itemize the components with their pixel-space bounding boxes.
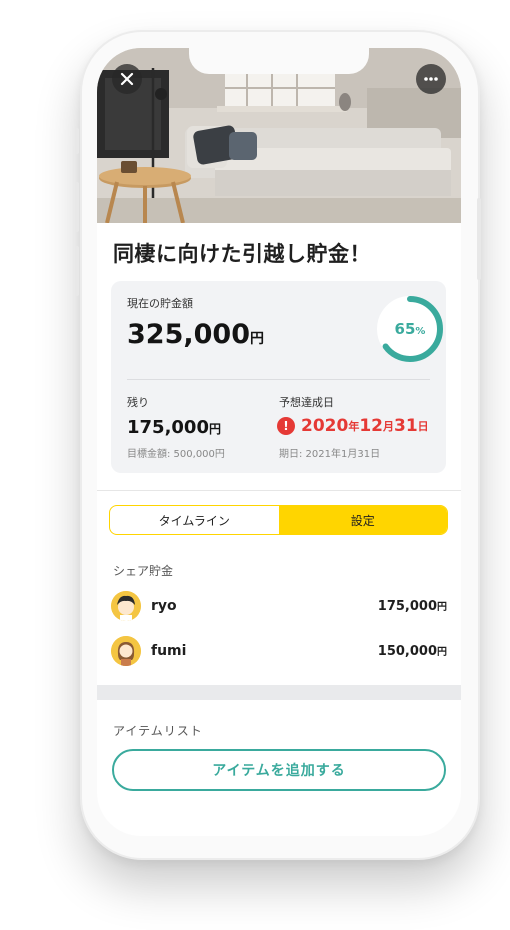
- avatar: [111, 636, 141, 666]
- silent-switch: [75, 128, 79, 154]
- remaining-unit: 円: [208, 422, 221, 436]
- forecast-year: 2020: [301, 416, 349, 436]
- forecast-day: 31: [394, 416, 418, 436]
- deadline-date: 期日: 2021年1月31日: [279, 449, 381, 460]
- add-item-button[interactable]: アイテムを追加する: [112, 749, 446, 791]
- tab-timeline[interactable]: タイムライン: [110, 506, 279, 534]
- member-amount: 150,000円: [378, 643, 447, 659]
- current-savings-label: 現在の貯金額: [127, 297, 193, 310]
- progress-unit: %: [415, 325, 426, 337]
- notch: [189, 48, 369, 74]
- member-name: fumi: [151, 643, 187, 659]
- more-icon: [424, 77, 438, 81]
- current-savings-unit: 円: [249, 331, 264, 347]
- avatar: [111, 591, 141, 621]
- remaining-label: 残り: [127, 396, 149, 409]
- member-row[interactable]: ryo 175,000円: [111, 589, 447, 623]
- goal-cover-image: [97, 48, 461, 223]
- member-row[interactable]: fumi 150,000円: [111, 634, 447, 668]
- power-button: [477, 198, 481, 280]
- warning-icon: !: [277, 417, 295, 435]
- progress-value: 65: [394, 320, 416, 338]
- close-button[interactable]: [112, 64, 142, 94]
- forecast-month-unit: 月: [383, 420, 394, 433]
- member-amount-unit: 円: [437, 602, 447, 613]
- remaining-amount: 175,000円: [127, 417, 221, 438]
- goal-title: 同棲に向けた引越し貯金！: [113, 242, 371, 266]
- forecast-year-unit: 年: [348, 420, 360, 433]
- target-amount: 目標金額: 500,000円: [127, 449, 225, 460]
- app-screen: 同棲に向けた引越し貯金！ 現在の貯金額 325,000円 65% 残り 175,…: [97, 48, 461, 836]
- section-separator: [97, 685, 461, 700]
- current-savings-value: 325,000: [127, 319, 250, 350]
- forecast-month: 12: [359, 416, 383, 436]
- tab-settings[interactable]: 設定: [278, 506, 447, 534]
- tab-bar: タイムライン 設定: [109, 505, 448, 535]
- member-amount: 175,000円: [378, 598, 447, 614]
- member-amount-value: 150,000: [377, 644, 437, 659]
- more-button[interactable]: [416, 64, 446, 94]
- item-list-label: アイテムリスト: [113, 724, 203, 738]
- volume-down-button: [75, 246, 79, 296]
- remaining-value: 175,000: [127, 417, 209, 438]
- member-amount-value: 175,000: [377, 599, 437, 614]
- forecast-date: ! 2020 年 12 月 31 日: [277, 416, 429, 436]
- current-savings-amount: 325,000円: [127, 319, 264, 350]
- section-divider: [97, 490, 461, 491]
- member-name: ryo: [151, 598, 177, 614]
- progress-ring: 65%: [375, 294, 445, 364]
- forecast-label: 予想達成日: [279, 396, 334, 409]
- savings-summary-card: 現在の貯金額 325,000円 65% 残り 175,000円 目標金額: 50…: [111, 281, 446, 473]
- card-divider: [127, 379, 430, 380]
- shared-savings-label: シェア貯金: [113, 564, 174, 578]
- member-amount-unit: 円: [437, 647, 447, 658]
- close-icon: [120, 72, 134, 86]
- volume-up-button: [75, 182, 79, 232]
- forecast-day-unit: 日: [417, 420, 429, 433]
